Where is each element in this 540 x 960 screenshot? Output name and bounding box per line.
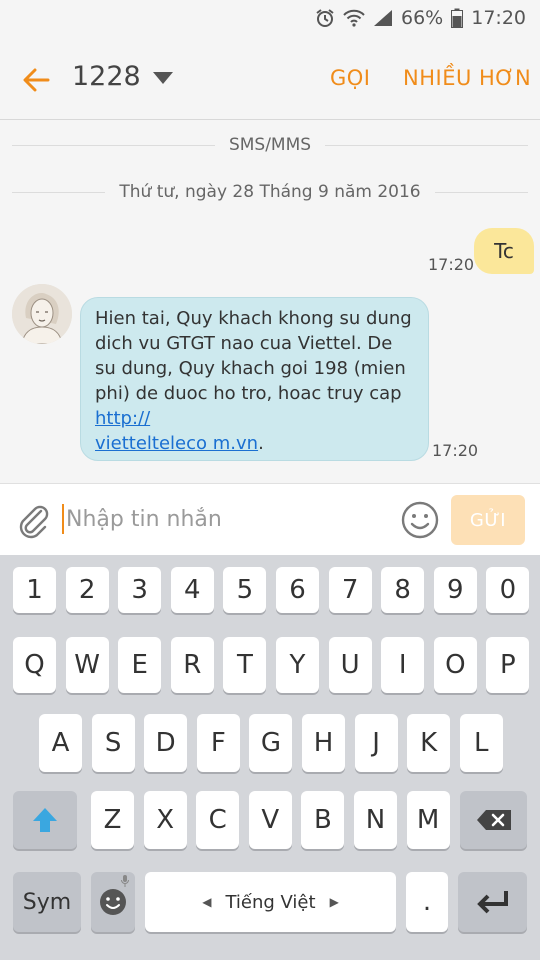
enter-icon — [476, 891, 508, 914]
backspace-icon — [476, 810, 511, 830]
signal-icon — [373, 9, 393, 27]
letter-key-j[interactable]: J — [354, 714, 398, 772]
alarm-icon — [315, 8, 335, 28]
letter-key-r[interactable]: R — [170, 637, 214, 693]
backspace-key[interactable] — [460, 791, 527, 849]
letter-key-h[interactable]: H — [302, 714, 345, 772]
letter-key-z[interactable]: Z — [91, 791, 134, 849]
space-label: Tiếng Việt — [225, 891, 316, 913]
date-label: Thứ tư, ngày 28 Tháng 9 năm 2016 — [119, 182, 421, 202]
number-key-0[interactable]: 0 — [486, 567, 530, 613]
letter-key-b[interactable]: B — [301, 791, 345, 849]
chevron-down-icon — [152, 72, 173, 84]
avatar[interactable] — [12, 284, 72, 344]
back-button[interactable] — [14, 60, 58, 100]
paperclip-icon[interactable] — [14, 500, 54, 540]
send-button[interactable]: GỬI — [451, 495, 525, 545]
contact-title[interactable]: 1228 — [72, 61, 173, 92]
letter-key-f[interactable]: F — [196, 714, 240, 772]
status-bar: 66% 17:20 — [0, 0, 540, 36]
incoming-link[interactable]: http://viettelteleco m.vn — [95, 408, 258, 454]
wifi-icon — [343, 9, 365, 27]
letter-key-v[interactable]: V — [248, 791, 292, 849]
caret-right-icon: ▶ — [329, 895, 339, 909]
letter-key-c[interactable]: C — [196, 791, 240, 849]
letter-key-t[interactable]: T — [223, 637, 267, 693]
letter-key-i[interactable]: I — [381, 637, 425, 693]
microphone-icon — [121, 875, 129, 887]
letter-key-o[interactable]: O — [433, 637, 477, 693]
letter-key-l[interactable]: L — [459, 714, 503, 772]
letter-key-n[interactable]: N — [354, 791, 397, 849]
date-divider: Thứ tư, ngày 28 Tháng 9 năm 2016 — [12, 182, 529, 202]
period-key[interactable]: . — [406, 872, 448, 932]
message-input[interactable] — [66, 498, 386, 540]
letter-key-k[interactable]: K — [407, 714, 451, 772]
number-key-4[interactable]: 4 — [170, 567, 214, 613]
number-key-1[interactable]: 1 — [13, 567, 56, 613]
enter-key[interactable] — [458, 872, 527, 932]
incoming-message[interactable]: Hien tai, Quy khach khong su dung dich v… — [80, 297, 429, 461]
letter-key-u[interactable]: U — [328, 637, 372, 693]
incoming-time: 17:20 — [432, 441, 479, 460]
app-bar: 1228 GỌI NHIỀU HƠN — [0, 36, 540, 120]
number-key-8[interactable]: 8 — [381, 567, 425, 613]
channel-label: SMS/MMS — [228, 135, 312, 155]
clock: 17:20 — [471, 7, 526, 29]
number-key-6[interactable]: 6 — [276, 567, 319, 613]
arrow-left-icon — [23, 68, 50, 92]
letter-key-a[interactable]: A — [39, 714, 82, 772]
letter-key-e[interactable]: E — [118, 637, 162, 693]
letter-key-p[interactable]: P — [486, 637, 530, 693]
letter-key-s[interactable]: S — [91, 714, 135, 772]
sym-key[interactable]: Sym — [13, 872, 81, 932]
shift-key[interactable] — [13, 791, 77, 849]
keyboard: 1234567890 QWERTYUIOP ASDFGHJKL ZXCVBNM … — [0, 555, 540, 960]
battery-percent: 66% — [401, 7, 444, 29]
emoji-key[interactable] — [91, 872, 135, 932]
letter-key-g[interactable]: G — [249, 714, 293, 772]
letter-key-d[interactable]: D — [144, 714, 188, 772]
number-key-5[interactable]: 5 — [223, 567, 267, 613]
number-key-2[interactable]: 2 — [65, 567, 109, 613]
number-key-7[interactable]: 7 — [328, 567, 372, 613]
space-key[interactable]: ◀ Tiếng Việt ▶ — [145, 872, 396, 932]
number-key-3[interactable]: 3 — [118, 567, 162, 613]
call-button[interactable]: GỌI — [330, 66, 371, 90]
outgoing-time: 17:20 — [428, 255, 475, 274]
contact-number: 1228 — [72, 61, 141, 92]
composer: GỬI — [0, 483, 540, 555]
letter-key-m[interactable]: M — [406, 791, 450, 849]
outgoing-message[interactable]: Tc — [474, 228, 534, 274]
letter-key-y[interactable]: Y — [276, 637, 319, 693]
more-button[interactable]: NHIỀU HƠN — [403, 66, 531, 90]
incoming-text: Hien tai, Quy khach khong su dung dich v… — [95, 308, 412, 404]
number-key-9[interactable]: 9 — [433, 567, 477, 613]
channel-divider: SMS/MMS — [12, 135, 529, 155]
battery-icon — [451, 8, 464, 28]
caret-left-icon: ◀ — [202, 895, 212, 909]
outgoing-text: Tc — [494, 239, 514, 263]
letter-key-x[interactable]: X — [143, 791, 187, 849]
emoji-icon[interactable] — [400, 500, 440, 540]
letter-key-w[interactable]: W — [65, 637, 109, 693]
smiley-icon — [100, 889, 126, 915]
shift-icon — [33, 808, 57, 832]
text-cursor — [62, 504, 64, 534]
letter-key-q[interactable]: Q — [13, 637, 56, 693]
conversation: SMS/MMS Thứ tư, ngày 28 Tháng 9 năm 2016… — [0, 121, 540, 483]
person-icon — [12, 284, 72, 344]
